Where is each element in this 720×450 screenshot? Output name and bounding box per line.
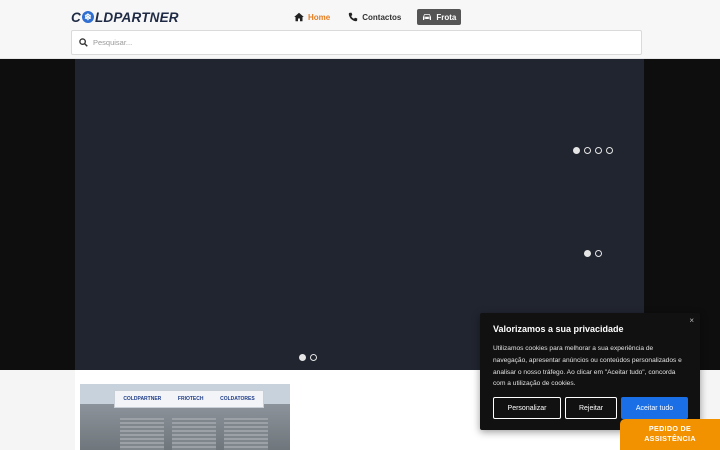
cookie-consent-dialog: × Valorizamos a sua privacidade Utilizam… (480, 313, 700, 430)
car-icon (423, 14, 432, 20)
snowflake-icon: ❄ (81, 11, 94, 23)
reject-button[interactable]: Rejeitar (565, 397, 617, 419)
nav-contactos[interactable]: Contactos (348, 9, 401, 25)
building-shutter (224, 418, 268, 450)
slider-dot[interactable] (310, 354, 317, 361)
cookie-text: Utilizamos cookies para melhorar a sua e… (493, 345, 682, 388)
building-sign: COLDPARTNER FRIOTECH COLDATORES (114, 390, 264, 408)
slider-dots-bottom (299, 354, 317, 361)
assist-line-1: PEDIDO DE (648, 424, 692, 433)
sign-text: FRIOTECH (177, 396, 204, 402)
sign-text: COLDATORES (220, 396, 255, 402)
building-shutter (172, 418, 216, 450)
nav-contactos-label: Contactos (362, 12, 402, 22)
slider-dots-mid (584, 250, 602, 257)
search-bar[interactable] (71, 30, 642, 55)
building-shutter (120, 418, 164, 450)
close-icon[interactable]: × (689, 316, 694, 325)
assistance-request-button[interactable]: PEDIDO DE ASSISTÊNCIA (620, 419, 720, 450)
sign-text: COLDPARTNER (123, 396, 162, 402)
slider-dot[interactable] (584, 250, 591, 257)
site-header: C ❄ LDPARTNER Home Contactos Frota (0, 0, 720, 59)
customize-button[interactable]: Personalizar (493, 397, 561, 419)
slider-dots-top (573, 147, 613, 154)
logo-text-end: LDPARTNER (94, 9, 179, 25)
logo-text-start: C (71, 9, 81, 25)
search-icon (79, 38, 88, 47)
nav-home[interactable]: Home (294, 9, 330, 25)
nav-home-label: Home (308, 12, 331, 22)
accept-all-button[interactable]: Aceitar tudo (621, 397, 688, 419)
cookie-buttons: Personalizar Rejeitar Aceitar tudo (493, 397, 688, 419)
nav-frota-label: Frota (436, 12, 457, 22)
nav-frota[interactable]: Frota (417, 9, 462, 25)
assist-line-2: ASSISTÊNCIA (644, 434, 696, 443)
slider-dot[interactable] (299, 354, 306, 361)
cookie-title: Valorizamos a sua privacidade (493, 324, 624, 334)
slider-dot[interactable] (595, 147, 602, 154)
main-nav: Home Contactos Frota (294, 9, 462, 25)
search-input[interactable] (93, 38, 593, 47)
slider-dot[interactable] (606, 147, 613, 154)
phone-icon (349, 12, 358, 22)
home-icon (294, 12, 304, 22)
slider-dot[interactable] (584, 147, 591, 154)
logo[interactable]: C ❄ LDPARTNER (71, 9, 179, 25)
slider-dot[interactable] (573, 147, 580, 154)
building-photo: COLDPARTNER FRIOTECH COLDATORES (80, 384, 290, 450)
slider-dot[interactable] (595, 250, 602, 257)
